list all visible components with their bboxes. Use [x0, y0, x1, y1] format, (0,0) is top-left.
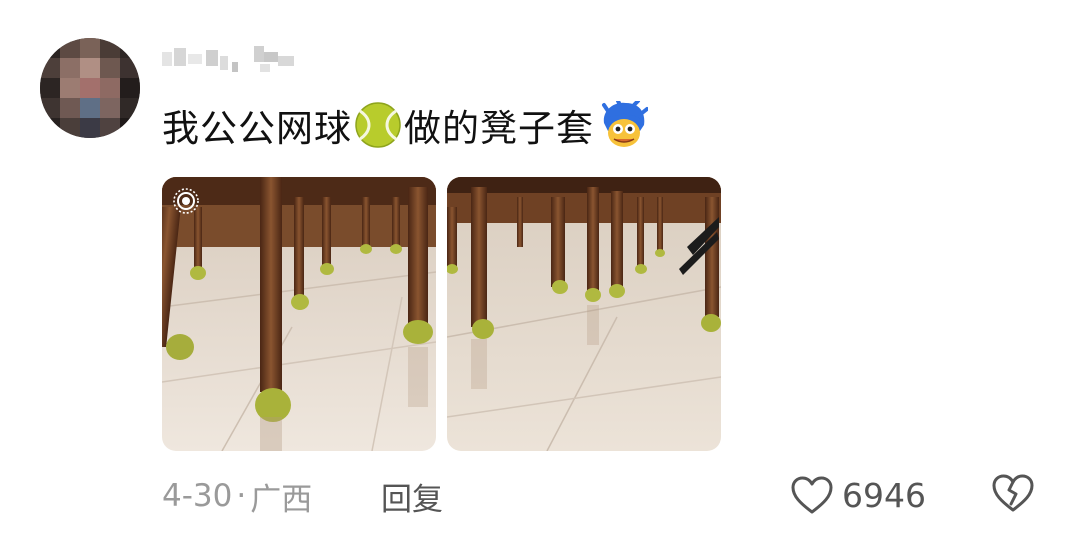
photo-thumbnail-1[interactable] [162, 177, 436, 451]
like-count: 6946 [842, 475, 926, 515]
comment-text-part1: 我公公网球 [162, 107, 352, 150]
heart-icon [790, 475, 834, 515]
meta-separator: · [236, 478, 247, 514]
broken-heart-icon [990, 472, 1036, 514]
reply-label: 回复 [381, 481, 443, 518]
comment-item: 我公公网球 做的凳子套 4-30 · 广西 回复 6946 [0, 0, 1080, 533]
comment-date: 4-30 [162, 478, 233, 514]
live-photo-icon [172, 187, 200, 215]
comment-text-part2: 做的凳子套 [404, 107, 594, 150]
avatar[interactable] [40, 38, 140, 138]
comment-location: 广西 [250, 481, 313, 518]
photo-thumbnail-2[interactable] [447, 177, 721, 451]
like-button[interactable]: 6946 [790, 472, 926, 518]
tennis-ball-icon [354, 101, 402, 149]
comment-meta: 4-30 · 广西 [162, 474, 312, 518]
username-blurred[interactable] [162, 40, 302, 80]
reply-button[interactable]: 回复 [381, 474, 443, 518]
blue-hair-face-icon [600, 99, 649, 149]
dislike-button[interactable] [990, 472, 1036, 518]
comment-text: 我公公网球 做的凳子套 [162, 98, 650, 152]
